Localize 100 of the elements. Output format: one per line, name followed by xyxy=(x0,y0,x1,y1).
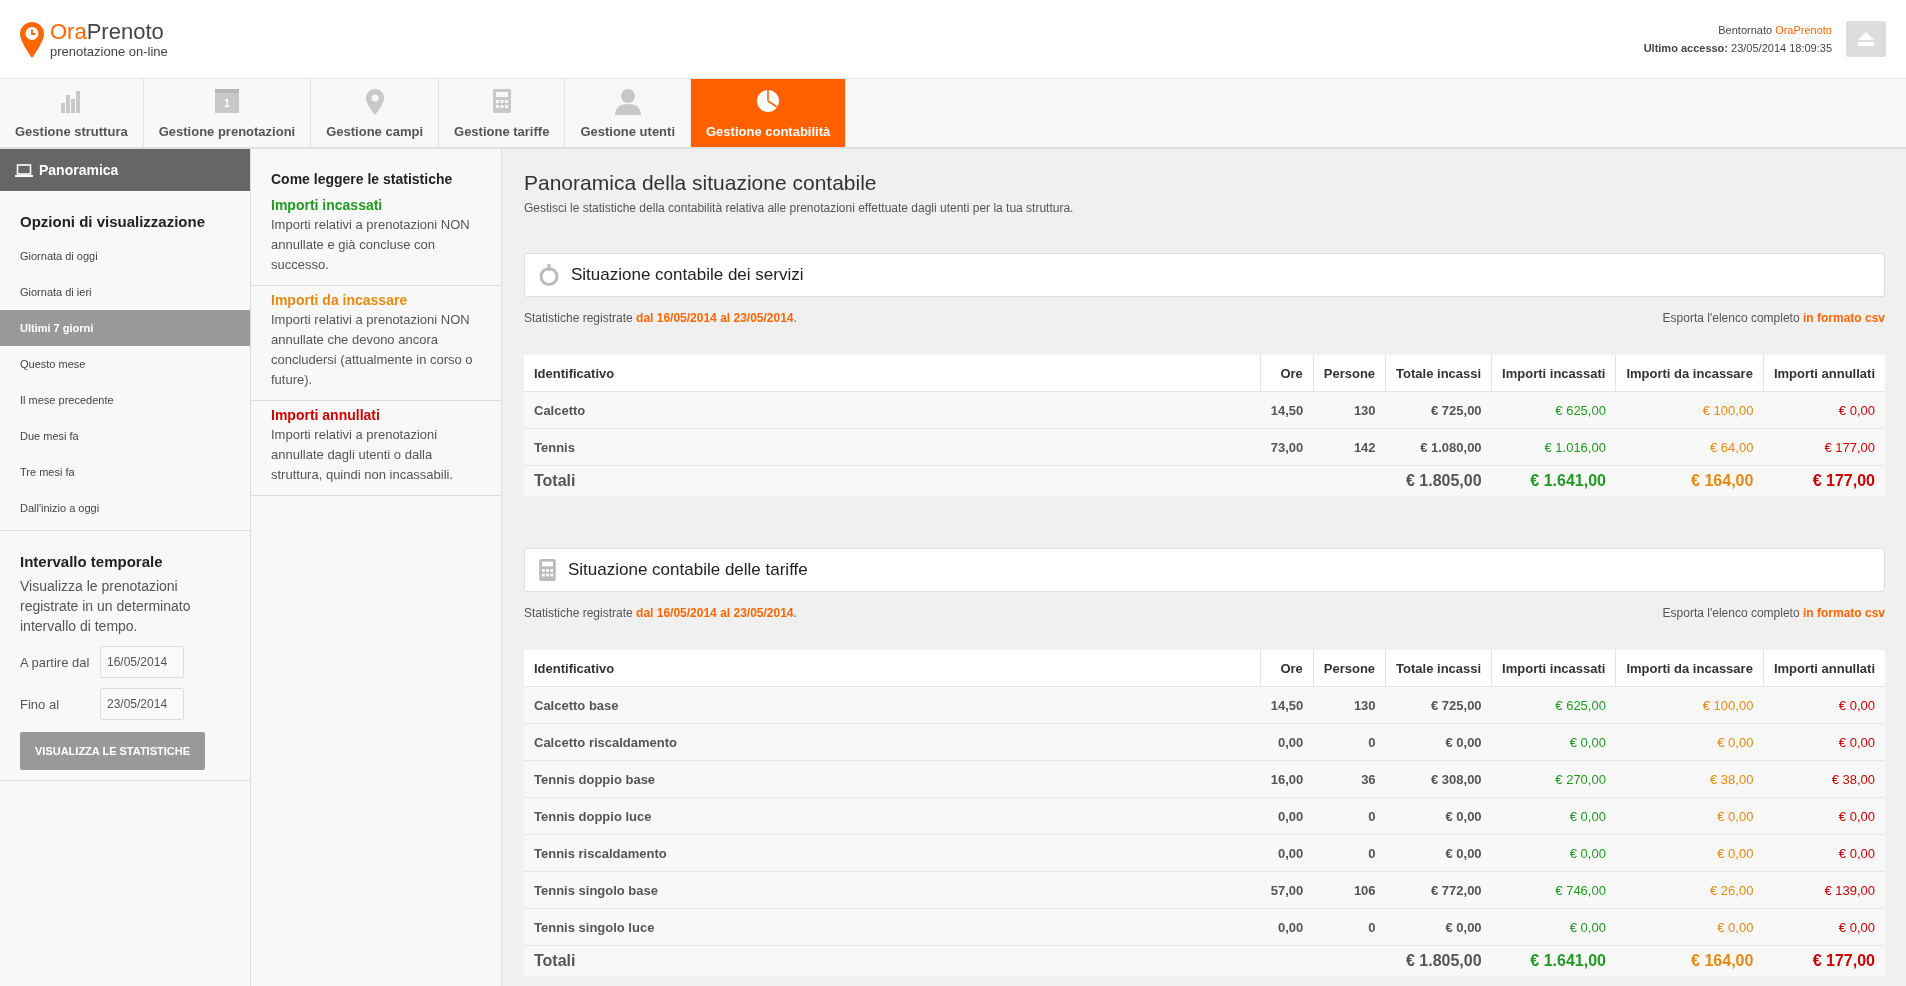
table-cell: 16,00 xyxy=(1260,760,1314,798)
table-cell: Calcetto base xyxy=(524,686,1261,724)
welcome-text: Bentornato OraPrenoto xyxy=(1717,23,1832,38)
table-cell: Tennis doppio base xyxy=(524,760,1261,798)
column-header: Persone xyxy=(1313,650,1386,687)
table-cell: € 0,00 xyxy=(1385,834,1492,872)
table-cell: 0,00 xyxy=(1260,723,1314,761)
table-cell: Calcetto xyxy=(524,391,1261,429)
date-field[interactable]: 23/05/2014 xyxy=(100,688,184,720)
period-option[interactable]: Due mesi fa xyxy=(0,418,250,454)
bar-chart-icon xyxy=(61,89,82,113)
table-cell: 0 xyxy=(1313,797,1386,835)
period-option[interactable]: Il mese precedente xyxy=(0,382,250,418)
location-pin-icon xyxy=(365,89,384,115)
column-header: Ore xyxy=(1260,650,1314,687)
section-heading: Intervallo temporale xyxy=(20,553,164,570)
legend-description: Importi relativi a prenotazioni annullate dagli utenti o dalla struttura, quindi non incassabili. xyxy=(271,426,455,484)
table-cell: 106 xyxy=(1313,871,1386,909)
location-pin-icon xyxy=(20,21,44,58)
table-cell: € 0,00 xyxy=(1615,908,1764,946)
table-cell: € 625,00 xyxy=(1491,391,1616,429)
laptop-icon xyxy=(15,163,33,177)
page-title: Panoramica della situazione contabile xyxy=(524,171,878,195)
table-cell: € 725,00 xyxy=(1385,686,1492,724)
legend-title: Importi da incassare xyxy=(271,292,409,308)
table-cell: € 100,00 xyxy=(1615,686,1764,724)
column-header: Importi annullati xyxy=(1763,355,1885,392)
totals-label: Totali xyxy=(524,945,1386,976)
table-cell: € 0,00 xyxy=(1385,723,1492,761)
column-header: Persone xyxy=(1313,355,1386,392)
page-subtitle: Gestisci le statistiche della contabilità relativa alle prenotazioni effettuate dagli utenti per la tua struttura. xyxy=(524,201,1075,215)
table-cell: € 0,00 xyxy=(1385,797,1492,835)
table-cell: € 38,00 xyxy=(1615,760,1764,798)
table-cell: € 772,00 xyxy=(1385,871,1492,909)
eject-icon xyxy=(1858,32,1874,46)
total-cell: € 1.805,00 xyxy=(1385,945,1492,976)
total-cell: € 177,00 xyxy=(1763,945,1885,976)
calculator-icon xyxy=(492,89,511,113)
logout-button[interactable] xyxy=(1846,21,1886,57)
total-cell: € 164,00 xyxy=(1615,945,1764,976)
brand-tagline: prenotazione on-line xyxy=(50,43,168,59)
last-access-text: Ultimo accesso: 23/05/2014 18:09:35 xyxy=(1643,41,1832,56)
column-header: Identificativo xyxy=(524,650,1261,687)
total-cell: € 1.641,00 xyxy=(1491,465,1616,496)
table-cell: € 26,00 xyxy=(1615,871,1764,909)
column-header: Importi annullati xyxy=(1763,650,1885,687)
table-cell: € 0,00 xyxy=(1763,908,1885,946)
table-cell: 0 xyxy=(1313,908,1386,946)
panel-title: Panoramica xyxy=(39,162,119,178)
table-cell: € 0,00 xyxy=(1491,797,1616,835)
legend-title: Importi annullati xyxy=(271,407,381,423)
column-header: Identificativo xyxy=(524,355,1261,392)
table-cell: € 139,00 xyxy=(1763,871,1885,909)
table-cell: € 64,00 xyxy=(1615,428,1764,466)
table-cell: Tennis riscaldamento xyxy=(524,834,1261,872)
table-cell: € 0,00 xyxy=(1615,723,1764,761)
table-cell: € 625,00 xyxy=(1491,686,1616,724)
period-option[interactable]: Questo mese xyxy=(0,346,250,382)
table-cell: € 0,00 xyxy=(1615,797,1764,835)
table-cell: € 746,00 xyxy=(1491,871,1616,909)
period-option[interactable]: Dall'inizio a oggi xyxy=(0,490,250,526)
table-cell: € 0,00 xyxy=(1763,686,1885,724)
table-cell: € 1.016,00 xyxy=(1491,428,1616,466)
column-header: Importi incassati xyxy=(1491,650,1616,687)
column-header: Importi da incassare xyxy=(1615,355,1764,392)
table-cell: 0,00 xyxy=(1260,834,1314,872)
section-title: Situazione contabile delle tariffe xyxy=(568,560,808,580)
column-header: Ore xyxy=(1260,355,1314,392)
table-cell: € 1.080,00 xyxy=(1385,428,1492,466)
total-cell: € 1.641,00 xyxy=(1491,945,1616,976)
export-text: Esporta l'elenco completo in formato csv xyxy=(1662,311,1885,325)
totals-label: Totali xyxy=(524,465,1386,496)
table-cell: € 0,00 xyxy=(1491,834,1616,872)
table-cell: € 270,00 xyxy=(1491,760,1616,798)
table-cell: Calcetto riscaldamento xyxy=(524,723,1261,761)
table-cell: 14,50 xyxy=(1260,391,1314,429)
column-header: Importi da incassare xyxy=(1615,650,1764,687)
table-cell: € 725,00 xyxy=(1385,391,1492,429)
table-cell: € 0,00 xyxy=(1385,908,1492,946)
power-icon xyxy=(539,264,559,286)
person-icon xyxy=(614,89,641,115)
legend-title: Importi incassati xyxy=(271,197,384,213)
table-cell: Tennis doppio luce xyxy=(524,797,1261,835)
section-title: Situazione contabile dei servizi xyxy=(571,265,804,285)
legend-heading: Come leggere le statistiche xyxy=(270,170,454,189)
table-cell: 14,50 xyxy=(1260,686,1314,724)
period-option[interactable]: Giornata di ieri xyxy=(0,274,250,310)
pie-chart-icon xyxy=(756,89,781,113)
table-cell: 130 xyxy=(1313,391,1386,429)
total-cell: € 1.805,00 xyxy=(1385,465,1492,496)
export-text: Esporta l'elenco completo in formato csv xyxy=(1662,606,1885,620)
table-cell: 0 xyxy=(1313,834,1386,872)
section-heading: Opzioni di visualizzazione xyxy=(20,213,207,230)
date-field[interactable]: 16/05/2014 xyxy=(100,646,184,678)
period-option[interactable]: Tre mesi fa xyxy=(0,454,250,490)
period-option[interactable]: Giornata di oggi xyxy=(0,238,250,274)
column-header: Importi incassati xyxy=(1491,355,1616,392)
table-cell: 57,00 xyxy=(1260,871,1314,909)
calculator-icon xyxy=(539,559,556,581)
total-cell: € 164,00 xyxy=(1615,465,1764,496)
